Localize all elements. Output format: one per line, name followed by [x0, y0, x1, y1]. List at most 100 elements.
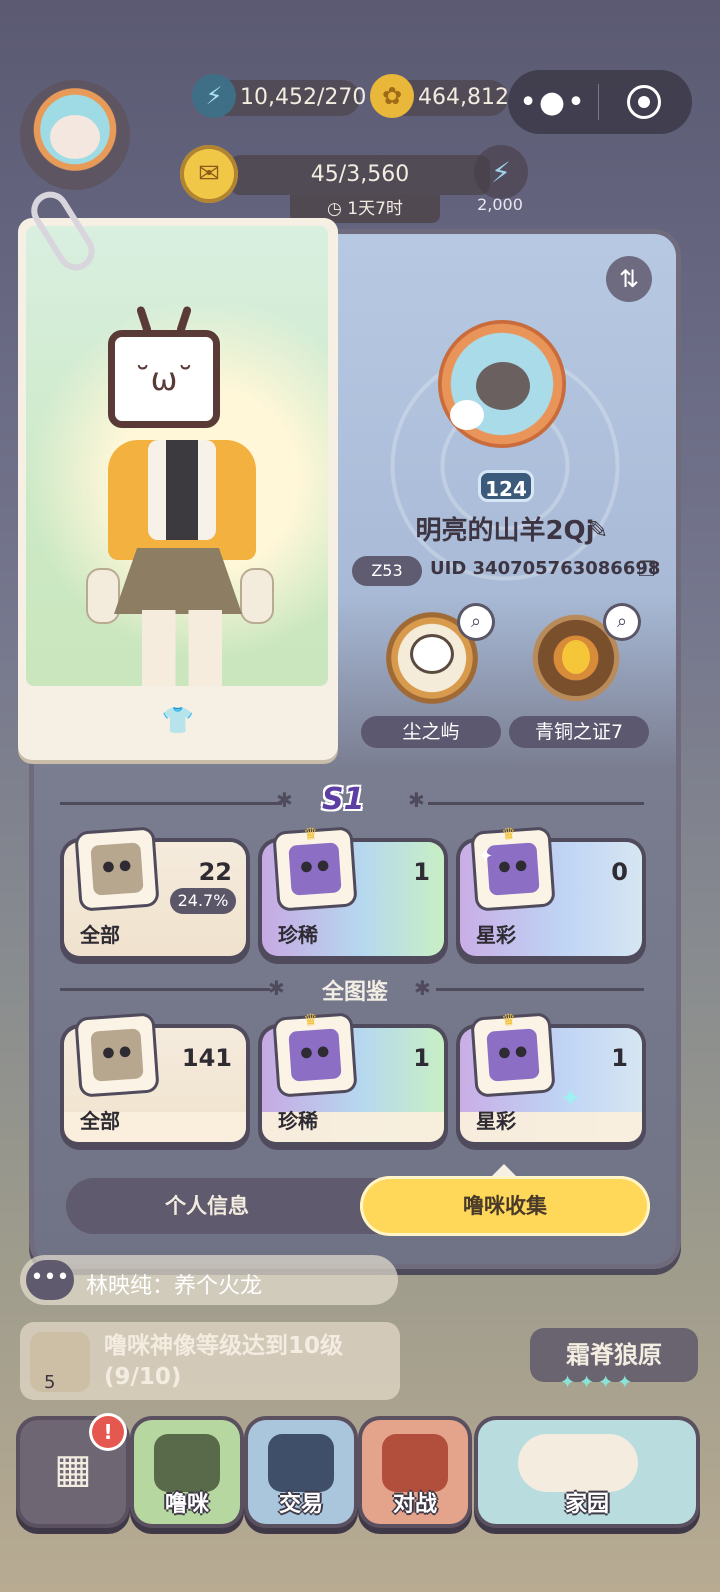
nav-label: 噜咪 [164, 1492, 209, 1517]
lumi-mask [90, 1028, 144, 1082]
island-badge-art [410, 634, 454, 674]
character-glove-right [240, 568, 274, 624]
cell-count: 141 [181, 1044, 232, 1072]
energy-pill[interactable]: ⚡ 10,452/270 [192, 74, 366, 118]
task-progress-bar[interactable]: 45/3,560 [230, 155, 490, 195]
crown-icon: ♛ [500, 1009, 517, 1030]
nav-lumi-button[interactable]: 噜咪 [134, 1420, 240, 1524]
cards-icon [382, 1434, 448, 1492]
season-logo: S1 [322, 782, 365, 817]
lumi-mask [486, 1028, 540, 1082]
task-timer-value: 1天7时 [347, 199, 403, 219]
energy-value: 10,452/270 [240, 85, 367, 110]
quest-text: 噜咪神像等级达到10级 [104, 1333, 344, 1359]
cell-label: 珍稀 [278, 923, 318, 947]
divider-star-icon: ✱ [276, 788, 293, 812]
crown-icon: ♛ [302, 823, 319, 844]
nav-trade-button[interactable]: 交易 [248, 1420, 354, 1524]
lumi-card-icon: ♛ [275, 824, 355, 909]
character-legs [142, 610, 222, 686]
chat-message: 林映纯：养个火龙 [86, 1274, 263, 1299]
season-rare-cell[interactable]: ♛ 1 珍稀 [262, 824, 444, 956]
season-all-cell[interactable]: 22 24.7% 全部 [64, 829, 246, 956]
clock-icon: ◷ [327, 199, 342, 219]
sparkle-icon: ✦ [560, 1084, 582, 1114]
lumi-mask [288, 1028, 342, 1082]
cell-count: 1 [413, 858, 430, 886]
region-stars: ✦✦✦✦ [560, 1372, 637, 1393]
atlas-title: 全图鉴 [321, 980, 388, 1005]
capsule-divider [598, 84, 599, 120]
lightning-icon: ⚡ [192, 74, 236, 118]
scroll-icon[interactable]: ✉ [180, 145, 238, 203]
cell-label: 星彩 [476, 1109, 516, 1133]
home-lumi-icon [518, 1434, 638, 1492]
cell-count: 1 [611, 1044, 628, 1072]
character-shirt [166, 440, 198, 540]
lumi-icon [154, 1434, 220, 1492]
avatar-face [50, 115, 100, 159]
cell-label: 全部 [80, 923, 120, 947]
nav-label: 交易 [278, 1492, 323, 1517]
swap-icon[interactable]: ⇅ [606, 256, 652, 302]
cell-label: 星彩 [476, 923, 516, 947]
cell-label: 全部 [80, 1109, 120, 1133]
mini-program-capsule: •●• [508, 70, 692, 134]
lumi-mask [486, 842, 540, 896]
divider-right [428, 802, 644, 805]
lumi-mask [288, 842, 342, 896]
portrait-companion [450, 400, 484, 430]
cell-label: 珍稀 [278, 1109, 318, 1133]
coin-value: 464,812 [418, 85, 509, 110]
bronze-badge-art [562, 640, 590, 674]
lumi-card-icon [77, 829, 157, 909]
tab-lumi-collection[interactable]: 噜咪收集 [360, 1176, 650, 1236]
rank-badge: Z53 [352, 556, 422, 586]
portrait-face [476, 362, 530, 410]
copy-icon[interactable]: ❐ [638, 557, 656, 581]
divider-star-icon: ✱ [414, 976, 431, 1000]
quest-level: 5 [44, 1372, 56, 1393]
lumi-card-icon: ♛ [473, 824, 553, 909]
energy-reward-value: 2,000 [477, 195, 523, 214]
chat-bubble-icon[interactable]: ••• [26, 1260, 74, 1300]
coin-icon: ✿ [370, 74, 414, 118]
atlas-star-cell[interactable]: ♛ ✦ 1 星彩 [460, 1010, 642, 1142]
alert-badge-icon: ! [92, 1416, 124, 1448]
character-jacket [108, 440, 256, 560]
cell-count: 22 [198, 858, 232, 886]
more-dots-icon[interactable]: •●• [508, 85, 598, 120]
season-star-cell[interactable]: ♛ ✦ 0 星彩 [460, 824, 642, 956]
player-avatar-button[interactable] [20, 80, 130, 190]
statue-icon [30, 1332, 90, 1392]
tab-caret-icon [492, 1164, 516, 1176]
edit-icon[interactable]: ✎ [588, 516, 608, 544]
badge-label: 青铜之证7 [509, 716, 649, 748]
atlas-all-cell[interactable]: 141 全部 [64, 1015, 246, 1142]
tab-personal-info[interactable]: 个人信息 [66, 1178, 348, 1234]
divider-star-icon: ✱ [408, 788, 425, 812]
energy-reward-icon[interactable]: ⚡ [474, 145, 528, 199]
magnifier-icon[interactable]: ⌕ [606, 606, 638, 638]
atlas-rare-cell[interactable]: ♛ 1 珍稀 [262, 1010, 444, 1142]
character-glove-left [86, 568, 120, 624]
target-icon[interactable] [627, 85, 661, 119]
nav-battle-button[interactable]: 对战 [362, 1420, 468, 1524]
uid-text: UID 340705763086698 [430, 558, 661, 579]
profile-portrait[interactable] [438, 320, 566, 448]
quest-progress: (9/10) [104, 1364, 182, 1390]
nav-label: 对战 [392, 1492, 437, 1517]
lumi-mask [90, 842, 144, 896]
shop-icon [268, 1434, 334, 1492]
magnifier-icon[interactable]: ⌕ [460, 606, 492, 638]
cell-count: 1 [413, 1044, 430, 1072]
grid-icon: ▦ [54, 1446, 92, 1492]
task-progress-value: 45/3,560 [310, 162, 410, 187]
shirt-icon[interactable]: 👕 [156, 706, 200, 736]
nav-home-button[interactable]: 家园 [478, 1420, 696, 1524]
coin-pill[interactable]: ✿ 464,812 [370, 74, 509, 118]
level-badge: 124 [478, 470, 534, 502]
crown-icon: ♛ [302, 1009, 319, 1030]
sparkle-icon: ✦ [478, 846, 494, 867]
cell-percent: 24.7% [170, 888, 236, 914]
